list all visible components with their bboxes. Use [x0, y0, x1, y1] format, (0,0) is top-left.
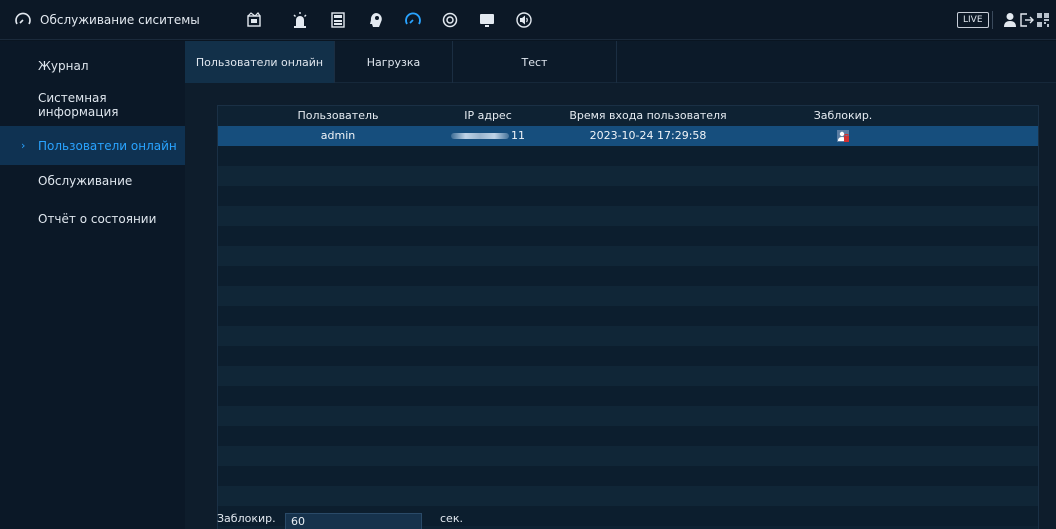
table-row-empty [218, 466, 1038, 486]
app-title: Обслуживание сиситемы [40, 13, 200, 27]
column-header-ip: IP адрес [464, 109, 512, 122]
column-header-user: Пользователь [297, 109, 379, 122]
table-row-empty [218, 266, 1038, 286]
tab-load[interactable]: Нагрузка [335, 41, 453, 83]
table-row-empty [218, 246, 1038, 266]
ip-suffix: 11 [511, 129, 525, 142]
cell-login-time: 2023-10-24 17:29:58 [589, 129, 707, 142]
table-row-empty [218, 206, 1038, 226]
sidebar-item-label: Системная информация [38, 90, 119, 119]
sidebar: Журнал Системная информация › Пользовате… [0, 41, 185, 529]
storage-icon[interactable] [328, 10, 348, 30]
table-row-empty [218, 406, 1038, 426]
column-header-login-time: Время входа пользователя [569, 109, 727, 122]
online-users-table: Пользователь IP адрес Время входа пользо… [217, 105, 1039, 529]
sidebar-item-label: Отчёт о состоянии [38, 211, 157, 226]
tab-label: Пользователи онлайн [195, 55, 324, 69]
table-row-empty [218, 166, 1038, 186]
blurred-ip-mask [451, 133, 509, 139]
tab-label: Нагрузка [366, 55, 421, 69]
network-icon[interactable] [440, 10, 460, 30]
block-duration-input[interactable]: 60 [285, 513, 422, 529]
table-row-empty [218, 286, 1038, 306]
table-row-empty [218, 186, 1038, 206]
tab-online-users[interactable]: Пользователи онлайн [185, 41, 335, 83]
cell-user: admin [320, 129, 356, 142]
block-user-icon [837, 130, 849, 142]
alarm-icon[interactable] [290, 10, 310, 30]
block-duration-unit: сек. [440, 512, 463, 525]
sidebar-item-online-users[interactable]: › Пользователи онлайн [0, 126, 185, 165]
table-row-empty [218, 446, 1038, 466]
maintenance-icon[interactable] [403, 10, 423, 30]
block-user-button[interactable] [778, 126, 908, 146]
block-duration-label: Заблокир. [217, 512, 276, 525]
sidebar-item-system-info[interactable]: Системная информация [0, 85, 185, 124]
audio-icon[interactable] [514, 10, 534, 30]
app-title-group: Обслуживание сиситемы [14, 0, 200, 40]
main-panel: Пользователи онлайн Нагрузка Тест Пользо… [185, 41, 1056, 529]
table-row-empty [218, 386, 1038, 406]
column-header-block: Заблокир. [813, 109, 873, 122]
sidebar-item-label: Обслуживание [38, 173, 133, 188]
table-row-empty [218, 326, 1038, 346]
live-view-button[interactable]: LIVE [957, 12, 989, 28]
ai-icon[interactable] [366, 10, 386, 30]
table-row-empty [218, 146, 1038, 166]
display-icon[interactable] [477, 10, 497, 30]
tab-bar: Пользователи онлайн Нагрузка Тест [185, 41, 1056, 83]
gauge-icon [14, 11, 32, 29]
tab-label: Тест [521, 55, 548, 69]
table-row-empty [218, 226, 1038, 246]
table-row-empty [218, 366, 1038, 386]
camera-icon[interactable] [244, 10, 264, 30]
sidebar-item-maintenance[interactable]: Обслуживание [0, 161, 185, 200]
toolbar-divider [992, 11, 993, 29]
sidebar-item-label: Журнал [38, 58, 89, 73]
sidebar-item-status-report[interactable]: Отчёт о состоянии [0, 199, 185, 238]
table-row-empty [218, 346, 1038, 366]
logout-icon[interactable] [1017, 10, 1037, 30]
sidebar-item-log[interactable]: Журнал [0, 46, 185, 85]
chevron-right-icon: › [21, 139, 26, 152]
table-row[interactable]: admin 11 2023-10-24 17:29:58 [218, 126, 1038, 146]
table-row-empty [218, 486, 1038, 506]
sidebar-item-label: Пользователи онлайн [38, 138, 177, 153]
qr-code-icon[interactable] [1036, 10, 1050, 30]
top-bar: Обслуживание сиситемы LIVE [0, 0, 1056, 40]
table-header: Пользователь IP адрес Время входа пользо… [218, 106, 1038, 126]
table-row-empty [218, 306, 1038, 326]
table-row-empty [218, 426, 1038, 446]
cell-ip: 11 [428, 126, 548, 146]
tab-test[interactable]: Тест [453, 41, 617, 83]
